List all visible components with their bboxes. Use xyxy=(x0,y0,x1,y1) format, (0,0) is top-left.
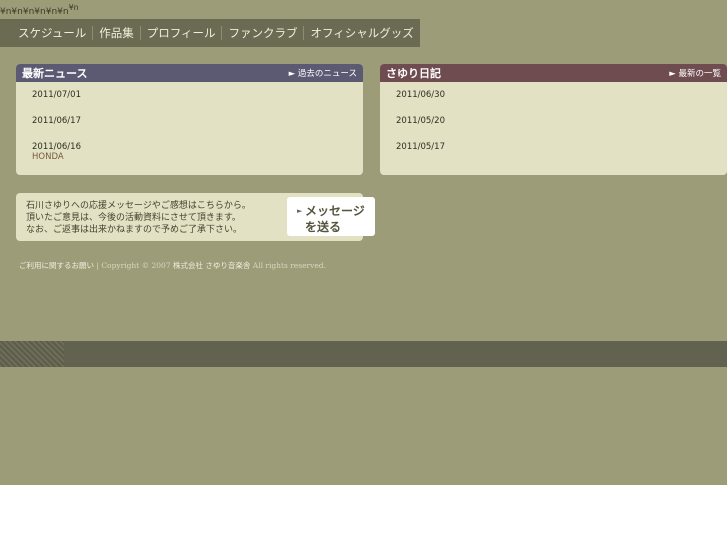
news-item[interactable]: 2011/06/16 HONDA xyxy=(32,142,363,162)
nav-item-goods[interactable]: オフィシャルグッズ xyxy=(304,25,419,41)
main-navigation: スケジュール 作品集 プロフィール ファンクラブ オフィシャルグッズ xyxy=(0,19,420,47)
message-description: 石川さゆりへの応援メッセージやご感想はこちらから。 頂いたご意見は、今後の活動資… xyxy=(26,201,251,235)
copyright-text: Copyright © 2007 xyxy=(101,261,171,270)
rights-text: All rights reserved. xyxy=(252,261,326,270)
diary-item[interactable]: 2011/05/20 xyxy=(396,116,727,126)
news-list: 2011/07/01 2011/06/17 2011/06/16 HONDA xyxy=(16,82,363,162)
terms-link[interactable]: ご利用に関するお願い xyxy=(19,261,94,270)
company-name: 株式会社 さゆり音楽舎 xyxy=(172,261,251,270)
news-item[interactable]: 2011/06/17 xyxy=(32,116,363,126)
nav-item-schedule[interactable]: スケジュール xyxy=(12,25,92,41)
diary-item[interactable]: 2011/05/17 xyxy=(396,142,727,152)
diary-title: さゆり日記 xyxy=(386,67,441,80)
diary-panel-header: さゆり日記 ► 最新の一覧 xyxy=(380,64,727,82)
diary-list: 2011/06/30 2011/05/20 2011/05/17 xyxy=(380,82,727,152)
news-item[interactable]: 2011/07/01 xyxy=(32,90,363,100)
page-background: ¥n¥n¥n¥n¥n¥n¥n スケジュール 作品集 プロフィール ファンクラブ … xyxy=(0,0,727,485)
send-message-button[interactable]: ► メッセージ を送る xyxy=(287,197,375,236)
diary-panel: さゆり日記 ► 最新の一覧 2011/06/30 2011/05/20 2011… xyxy=(380,64,727,175)
news-archive-link[interactable]: ► 過去のニュース xyxy=(289,67,357,79)
news-panel: 最新ニュース ► 過去のニュース 2011/07/01 2011/06/17 2… xyxy=(16,64,363,175)
bottom-band-pattern xyxy=(0,341,64,367)
diary-item[interactable]: 2011/06/30 xyxy=(396,90,727,100)
news-panel-header: 最新ニュース ► 過去のニュース xyxy=(16,64,363,82)
garbage-text: ¥n¥n¥n¥n¥n¥n¥n xyxy=(0,3,79,17)
news-title: 最新ニュース xyxy=(22,67,88,80)
diary-list-link[interactable]: ► 最新の一覧 xyxy=(669,67,721,79)
nav-item-works[interactable]: 作品集 xyxy=(93,25,140,41)
footer: ご利用に関するお願い | Copyright © 2007 株式会社 さゆり音楽… xyxy=(19,260,326,271)
nav-item-fanclub[interactable]: ファンクラブ xyxy=(222,25,303,41)
footer-separator: | xyxy=(96,261,99,270)
news-item-subtitle: HONDA xyxy=(32,152,64,162)
bottom-band xyxy=(0,341,727,367)
nav-item-profile[interactable]: プロフィール xyxy=(141,25,222,41)
message-box: 石川さゆりへの応援メッセージやご感想はこちらから。 頂いたご意見は、今後の活動資… xyxy=(16,193,375,241)
arrow-right-icon: ► xyxy=(297,207,303,215)
